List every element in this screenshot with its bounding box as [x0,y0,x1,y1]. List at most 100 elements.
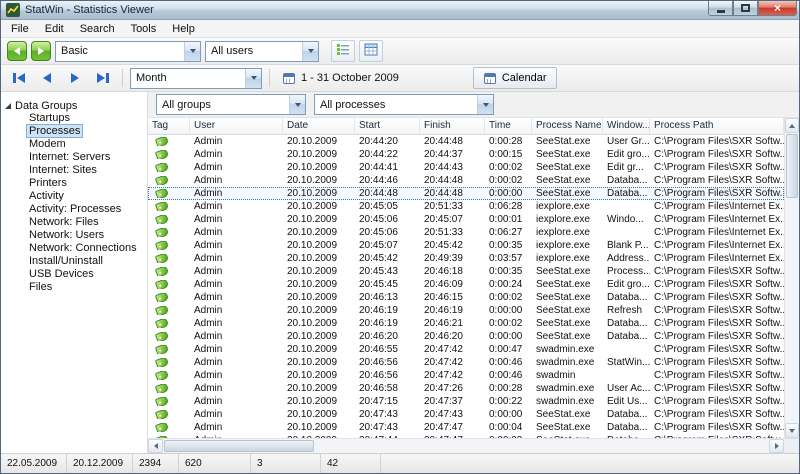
scroll-right-button[interactable] [769,439,784,453]
table-row[interactable]: Admin20.10.200920:47:4320:47:430:00:00Se… [148,408,784,421]
first-period-button[interactable] [7,68,31,88]
sidebar-item-printers[interactable]: Printers [1,177,147,190]
calendar-button[interactable]: Calendar [473,67,558,89]
data-groups-panel: Data Groups StartupsProcessesModemIntern… [1,92,148,453]
last-period-button[interactable] [91,68,115,88]
scrollbar-track[interactable] [785,199,799,423]
sidebar-root-data-groups[interactable]: Data Groups [1,99,147,112]
scroll-down-button[interactable] [785,423,799,438]
column-header-date[interactable]: Date [283,118,355,134]
sidebar-item-startups[interactable]: Startups [1,112,147,125]
horizontal-scrollbar[interactable] [148,438,799,453]
previous-period-button[interactable] [35,68,59,88]
table-row[interactable]: Admin20.10.200920:44:2020:44:480:00:28Se… [148,135,784,148]
menu-item-file[interactable]: File [3,21,37,37]
filter-bar: All groups All processes [148,92,799,118]
column-header-time[interactable]: Time [485,118,532,134]
chevron-down-icon[interactable] [184,42,200,61]
sidebar-item-internet-servers[interactable]: Internet: Servers [1,151,147,164]
table-row[interactable]: Admin20.10.200920:45:0720:45:420:00:35ie… [148,239,784,252]
table-row[interactable]: Admin20.10.200920:46:5620:47:420:00:46sw… [148,369,784,382]
menu-item-edit[interactable]: Edit [37,21,72,37]
groups-combobox[interactable]: All groups [156,94,306,115]
period-combobox[interactable]: Month [130,68,262,89]
table-row[interactable]: Admin20.10.200920:46:2020:46:200:00:00Se… [148,330,784,343]
table-row[interactable]: Admin20.10.200920:46:5520:47:420:00:47sw… [148,343,784,356]
table-row[interactable]: Admin20.10.200920:44:4120:44:430:00:02Se… [148,161,784,174]
table-cell-tag [148,423,190,432]
table-row[interactable]: Admin20.10.200920:46:1320:46:150:00:02Se… [148,291,784,304]
column-header-tag[interactable]: Tag [148,118,190,134]
table-row[interactable]: Admin20.10.200920:45:4220:49:390:03:57ie… [148,252,784,265]
scroll-up-button[interactable] [785,118,799,133]
next-period-button[interactable] [63,68,87,88]
calendar-button-label: Calendar [502,72,547,84]
table-cell-start: 20:46:56 [355,357,420,368]
scroll-left-button[interactable] [148,439,163,453]
sidebar-item-activity[interactable]: Activity [1,190,147,203]
table-cell-start: 20:44:20 [355,136,420,147]
sidebar-item-files[interactable]: Files [1,281,147,294]
column-header-window[interactable]: Window... [603,118,650,134]
vertical-scrollbar[interactable] [784,118,799,438]
column-header-finish[interactable]: Finish [420,118,485,134]
table-cell-window: Databa... [603,188,650,199]
table-row[interactable]: Admin20.10.200920:46:5820:47:260:00:28sw… [148,382,784,395]
title-bar[interactable]: StatWin - Statistics Viewer [1,1,799,20]
table-row[interactable]: Admin20.10.200920:46:1920:46:190:00:00Se… [148,304,784,317]
scrollbar-track[interactable] [315,439,769,453]
sidebar-item-network-connections[interactable]: Network: Connections [1,242,147,255]
chevron-down-icon[interactable] [302,42,318,61]
table-row[interactable]: Admin20.10.200920:45:0620:45:070:00:01ie… [148,213,784,226]
table-view-button[interactable] [359,40,383,62]
column-header-user[interactable]: User [190,118,283,134]
menu-item-help[interactable]: Help [164,21,203,37]
sidebar-item-internet-sites[interactable]: Internet: Sites [1,164,147,177]
chevron-down-icon[interactable] [289,95,305,114]
sidebar-item-usb-devices[interactable]: USB Devices [1,268,147,281]
horizontal-scrollbar-thumb[interactable] [164,440,314,452]
table-cell-start: 20:45:05 [355,201,420,212]
table-cell-process: swadmin.exe [532,383,603,394]
back-button[interactable] [7,41,27,61]
sidebar-item-network-files[interactable]: Network: Files [1,216,147,229]
table-row[interactable]: Admin20.10.200920:45:0520:51:330:06:28ie… [148,200,784,213]
processes-combobox[interactable]: All processes [314,94,494,115]
table-row[interactable]: Admin20.10.200920:46:1920:46:210:00:02Se… [148,317,784,330]
chevron-down-icon[interactable] [477,95,493,114]
table-row[interactable]: Admin20.10.200920:44:4820:44:480:00:00Se… [148,187,784,200]
table-cell-process: SeeStat.exe [532,136,603,147]
menu-item-tools[interactable]: Tools [123,21,165,37]
forward-button[interactable] [31,41,51,61]
report-view-button[interactable] [331,40,355,62]
table-cell-time: 0:03:57 [485,253,532,264]
sidebar-item-modem[interactable]: Modem [1,138,147,151]
table-row[interactable]: Admin20.10.200920:45:4520:46:090:00:24Se… [148,278,784,291]
sidebar-item-processes[interactable]: Processes [1,125,147,138]
table-row[interactable]: Admin20.10.200920:44:2220:44:370:00:15Se… [148,148,784,161]
minimize-button[interactable] [708,1,733,16]
menu-item-search[interactable]: Search [72,21,123,37]
table-row[interactable]: Admin20.10.200920:44:4620:44:480:00:02Se… [148,174,784,187]
maximize-button[interactable] [733,1,758,16]
column-header-process-path[interactable]: Process Path [650,118,784,134]
sidebar-item-network-users[interactable]: Network: Users [1,229,147,242]
column-header-start[interactable]: Start [355,118,420,134]
column-header-process-name[interactable]: Process Name [532,118,603,134]
table-row[interactable]: Admin20.10.200920:47:4320:47:470:00:04Se… [148,421,784,434]
table-row[interactable]: Admin20.10.200920:45:0620:51:330:06:27ie… [148,226,784,239]
tree-expander-icon[interactable] [5,103,11,109]
vertical-scrollbar-thumb[interactable] [786,134,798,198]
tag-icon [155,436,169,438]
users-combobox[interactable]: All users [205,41,319,62]
view-combobox[interactable]: Basic [55,41,201,62]
chevron-down-icon[interactable] [245,69,261,88]
sidebar-item-activity-processes[interactable]: Activity: Processes [1,203,147,216]
table-cell-process: iexplore.exe [532,227,603,238]
minimize-icon [717,10,725,13]
table-row[interactable]: Admin20.10.200920:46:5620:47:420:00:46sw… [148,356,784,369]
table-row[interactable]: Admin20.10.200920:45:4320:46:180:00:35Se… [148,265,784,278]
table-row[interactable]: Admin20.10.200920:47:1520:47:370:00:22sw… [148,395,784,408]
close-button[interactable] [758,1,797,16]
sidebar-item-install-uninstall[interactable]: Install/Uninstall [1,255,147,268]
